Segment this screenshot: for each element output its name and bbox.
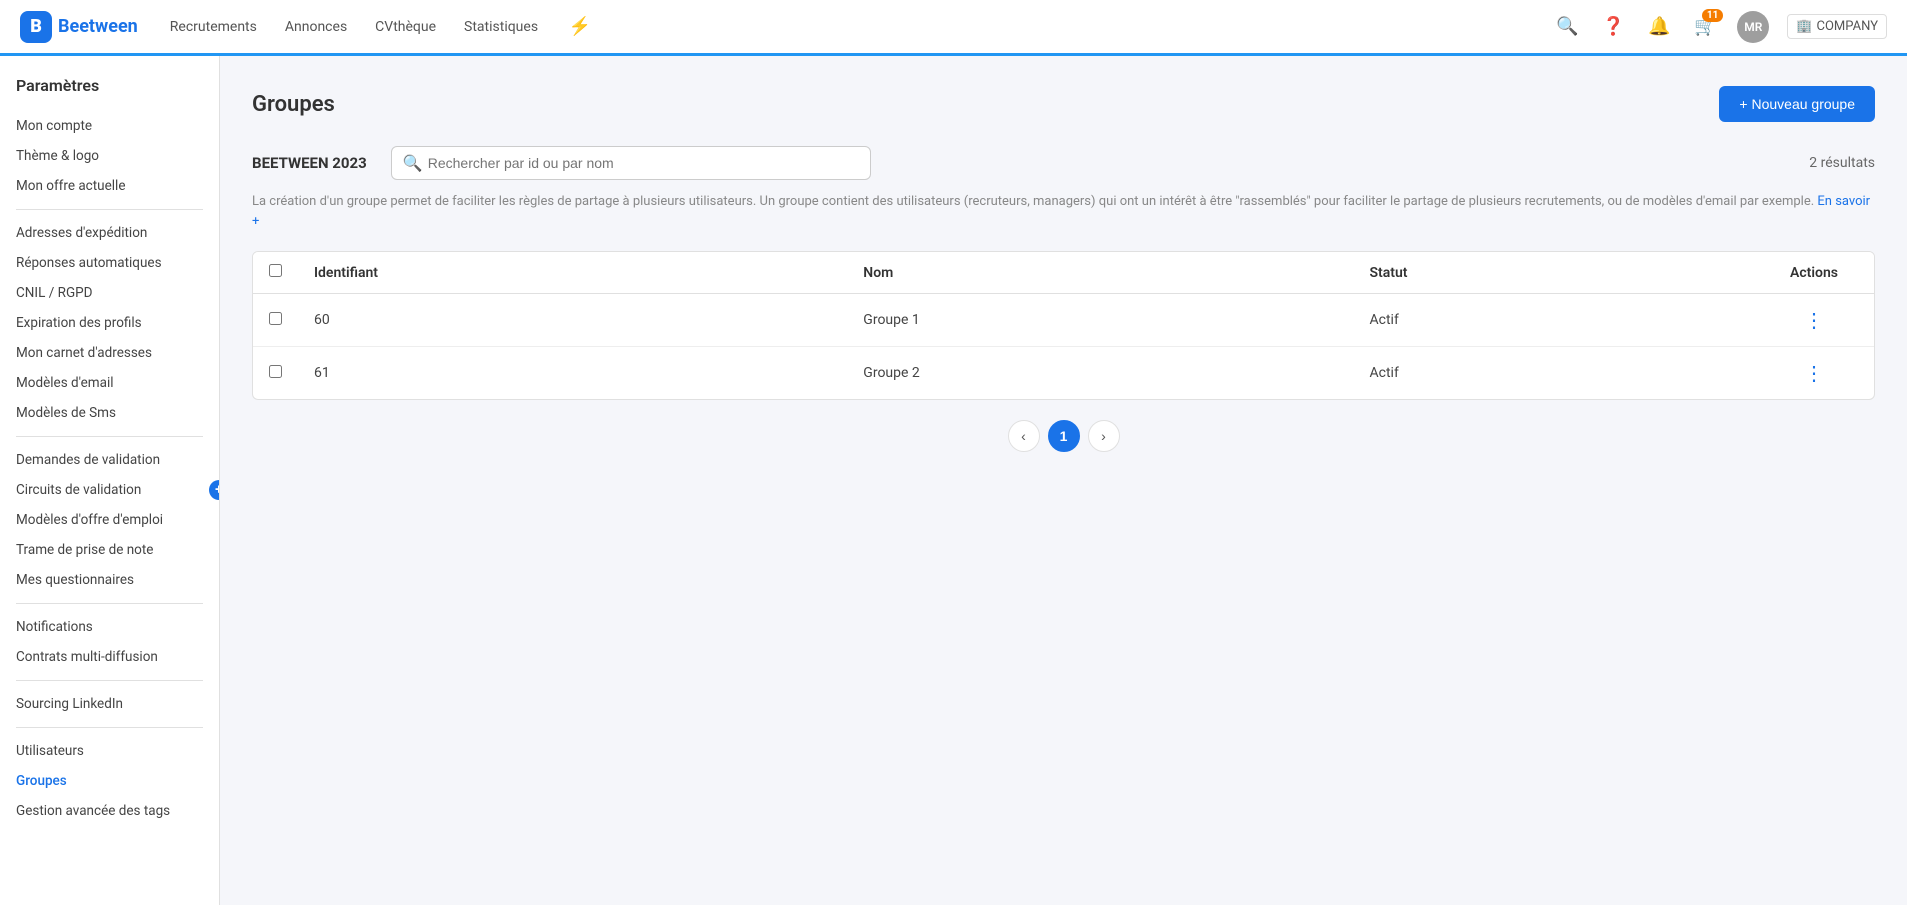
sidebar-item-modeles-sms[interactable]: Modèles de Sms bbox=[0, 398, 219, 428]
search-icon[interactable]: 🔍 bbox=[1553, 13, 1581, 41]
page-title: Groupes bbox=[252, 92, 335, 117]
sidebar-item-groupes[interactable]: Groupes bbox=[0, 766, 219, 796]
row1-identifiant: 60 bbox=[298, 294, 847, 347]
sidebar-item-demandes[interactable]: Demandes de validation bbox=[0, 445, 219, 475]
row1-nom: Groupe 1 bbox=[847, 294, 1353, 347]
search-wrapper: 🔍 bbox=[391, 146, 871, 180]
sidebar-divider-2 bbox=[16, 436, 203, 437]
section-name: BEETWEEN 2023 bbox=[252, 154, 367, 172]
lightning-icon[interactable]: ⚡ bbox=[566, 13, 594, 41]
nav-cvtheque[interactable]: CVthèque bbox=[375, 19, 436, 35]
row1-statut: Actif bbox=[1354, 294, 1754, 347]
nav-statistiques[interactable]: Statistiques bbox=[464, 19, 538, 35]
cart-badge: 11 bbox=[1702, 9, 1723, 22]
table-row: 61 Groupe 2 Actif ⋮ bbox=[253, 347, 1874, 400]
row1-checkbox[interactable] bbox=[269, 312, 282, 325]
row2-nom: Groupe 2 bbox=[847, 347, 1353, 400]
nav-right: 🔍 ❓ 🔔 🛒 11 MR 🏢 COMPANY bbox=[1553, 11, 1887, 43]
row1-actions: ⋮ bbox=[1754, 294, 1874, 347]
sidebar-item-carnet[interactable]: Mon carnet d'adresses bbox=[0, 338, 219, 368]
sidebar-divider-1 bbox=[16, 209, 203, 210]
sidebar-item-utilisateurs[interactable]: Utilisateurs bbox=[0, 736, 219, 766]
sidebar-item-modeles-email[interactable]: Modèles d'email bbox=[0, 368, 219, 398]
sidebar-item-reponses[interactable]: Réponses automatiques bbox=[0, 248, 219, 278]
page-1-button[interactable]: 1 bbox=[1048, 420, 1080, 452]
select-all-col bbox=[253, 252, 298, 294]
row2-actions: ⋮ bbox=[1754, 347, 1874, 400]
description: La création d'un groupe permet de facili… bbox=[252, 192, 1875, 231]
main-content: Groupes + Nouveau groupe BEETWEEN 2023 🔍… bbox=[220, 56, 1907, 905]
prev-page-button[interactable]: ‹ bbox=[1008, 420, 1040, 452]
col-nom: Nom bbox=[847, 252, 1353, 294]
col-identifiant: Identifiant bbox=[298, 252, 847, 294]
row2-checkbox-cell bbox=[253, 347, 298, 400]
sidebar-item-adresses[interactable]: Adresses d'expédition bbox=[0, 218, 219, 248]
sidebar-item-circuits[interactable]: Circuits de validation + bbox=[0, 475, 219, 505]
sidebar: Paramètres Mon compte Thème & logo Mon o… bbox=[0, 56, 220, 905]
sidebar-item-expiration[interactable]: Expiration des profils bbox=[0, 308, 219, 338]
pagination: ‹ 1 › bbox=[252, 420, 1875, 452]
section-header: BEETWEEN 2023 🔍 2 résultats bbox=[252, 146, 1875, 180]
sidebar-item-tags[interactable]: Gestion avancée des tags bbox=[0, 796, 219, 826]
groups-table: Identifiant Nom Statut Actions 60 Groupe… bbox=[252, 251, 1875, 400]
row2-statut: Actif bbox=[1354, 347, 1754, 400]
row1-menu-button[interactable]: ⋮ bbox=[1804, 308, 1824, 332]
sidebar-item-notifications[interactable]: Notifications bbox=[0, 612, 219, 642]
select-all-checkbox[interactable] bbox=[269, 264, 282, 277]
top-navigation: B Beetween Recrutements Annonces CVthèqu… bbox=[0, 0, 1907, 56]
company-logo[interactable]: 🏢 COMPANY bbox=[1787, 14, 1887, 39]
row2-identifiant: 61 bbox=[298, 347, 847, 400]
sidebar-item-linkedin[interactable]: Sourcing LinkedIn bbox=[0, 689, 219, 719]
results-count: 2 résultats bbox=[1809, 155, 1875, 171]
bell-icon[interactable]: 🔔 bbox=[1645, 13, 1673, 41]
sidebar-item-modeles-offre[interactable]: Modèles d'offre d'emploi bbox=[0, 505, 219, 535]
company-icon: 🏢 bbox=[1796, 19, 1812, 34]
row1-checkbox-cell bbox=[253, 294, 298, 347]
cart-icon[interactable]: 🛒 11 bbox=[1691, 13, 1719, 41]
page-header: Groupes + Nouveau groupe bbox=[252, 86, 1875, 122]
table-row: 60 Groupe 1 Actif ⋮ bbox=[253, 294, 1874, 347]
avatar[interactable]: MR bbox=[1737, 11, 1769, 43]
sidebar-item-theme-logo[interactable]: Thème & logo bbox=[0, 141, 219, 171]
nav-recrutements[interactable]: Recrutements bbox=[170, 19, 257, 35]
nav-annonces[interactable]: Annonces bbox=[285, 19, 347, 35]
sidebar-item-trame[interactable]: Trame de prise de note bbox=[0, 535, 219, 565]
help-icon[interactable]: ❓ bbox=[1599, 13, 1627, 41]
sidebar-item-mon-compte[interactable]: Mon compte bbox=[0, 111, 219, 141]
col-actions: Actions bbox=[1754, 252, 1874, 294]
logo[interactable]: B Beetween bbox=[20, 11, 138, 43]
sidebar-title: Paramètres bbox=[0, 76, 219, 111]
next-page-button[interactable]: › bbox=[1088, 420, 1120, 452]
nav-links: Recrutements Annonces CVthèque Statistiq… bbox=[170, 13, 594, 41]
sidebar-divider-5 bbox=[16, 727, 203, 728]
sidebar-item-cnil[interactable]: CNIL / RGPD bbox=[0, 278, 219, 308]
col-statut: Statut bbox=[1354, 252, 1754, 294]
sidebar-item-questionnaires[interactable]: Mes questionnaires bbox=[0, 565, 219, 595]
logo-icon: B bbox=[20, 11, 52, 43]
circuits-plus-badge: + bbox=[209, 480, 220, 500]
search-input[interactable] bbox=[391, 146, 871, 180]
search-icon-inner: 🔍 bbox=[403, 154, 423, 173]
sidebar-item-contrats[interactable]: Contrats multi-diffusion bbox=[0, 642, 219, 672]
company-label: COMPANY bbox=[1817, 19, 1878, 34]
layout: Paramètres Mon compte Thème & logo Mon o… bbox=[0, 56, 1907, 905]
row2-menu-button[interactable]: ⋮ bbox=[1804, 361, 1824, 385]
row2-checkbox[interactable] bbox=[269, 365, 282, 378]
sidebar-divider-3 bbox=[16, 603, 203, 604]
new-group-button[interactable]: + Nouveau groupe bbox=[1719, 86, 1875, 122]
logo-text: Beetween bbox=[58, 16, 138, 37]
sidebar-divider-4 bbox=[16, 680, 203, 681]
sidebar-item-mon-offre[interactable]: Mon offre actuelle bbox=[0, 171, 219, 201]
